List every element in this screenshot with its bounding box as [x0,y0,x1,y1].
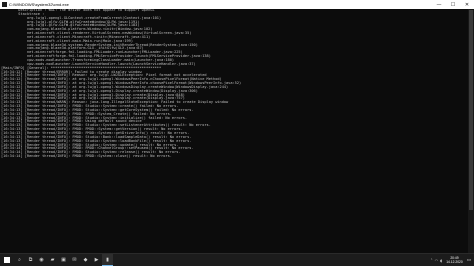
window-title: C:\WINDOWS\system32\cmd.exe [9,2,69,7]
browser-icon[interactable]: ◉ [36,254,47,266]
volume-icon[interactable]: ◖ [440,258,442,263]
app-icon[interactable]: ◆ [80,254,91,266]
console-line: [16:34:14] [Render thread/INFO]: FMOD: F… [1,154,172,159]
window-titlebar[interactable]: C:\WINDOWS\system32\cmd.exe — ☐ ✕ [0,0,474,9]
console-scrollbar[interactable] [468,9,474,253]
maximize-button[interactable]: ☐ [446,0,460,9]
taskbar: ⌕ ⧉ ◉ ▰ ▣ ✉ ◆ ▶ ▮ ˄ ◠ ◖ 20:49 14.12.2020 ▭ [0,253,474,266]
close-button[interactable]: ✕ [460,0,474,9]
folder-icon[interactable]: ▰ [47,254,58,266]
media-icon[interactable]: ▶ [91,254,102,266]
clock[interactable]: 20:49 14.12.2020 [446,256,463,264]
scrollbar-thumb[interactable] [469,10,473,210]
start-button[interactable] [0,254,14,266]
store-icon[interactable]: ▣ [58,254,69,266]
minimize-button[interactable]: — [432,0,446,9]
system-tray: ˄ ◠ ◖ 20:49 14.12.2020 ▭ [431,254,471,266]
cmd-icon[interactable]: ▮ [102,254,113,266]
cmd-window-icon [2,2,7,7]
network-icon[interactable]: ◠ [435,258,439,263]
clock-date: 14.12.2020 [446,260,463,264]
search-icon[interactable]: ⌕ [14,254,25,266]
console-output[interactable]: Description : WGL: The driver does not a… [0,9,468,253]
tray-chevron-icon[interactable]: ˄ [431,258,433,263]
task-view-icon[interactable]: ⧉ [25,254,36,266]
taskbar-apps: ⌕ ⧉ ◉ ▰ ▣ ✉ ◆ ▶ ▮ [14,254,113,266]
mail-icon[interactable]: ✉ [69,254,80,266]
windows-logo-icon [4,257,10,263]
notifications-icon[interactable]: ▭ [467,258,471,263]
window-controls: — ☐ ✕ [432,0,474,9]
